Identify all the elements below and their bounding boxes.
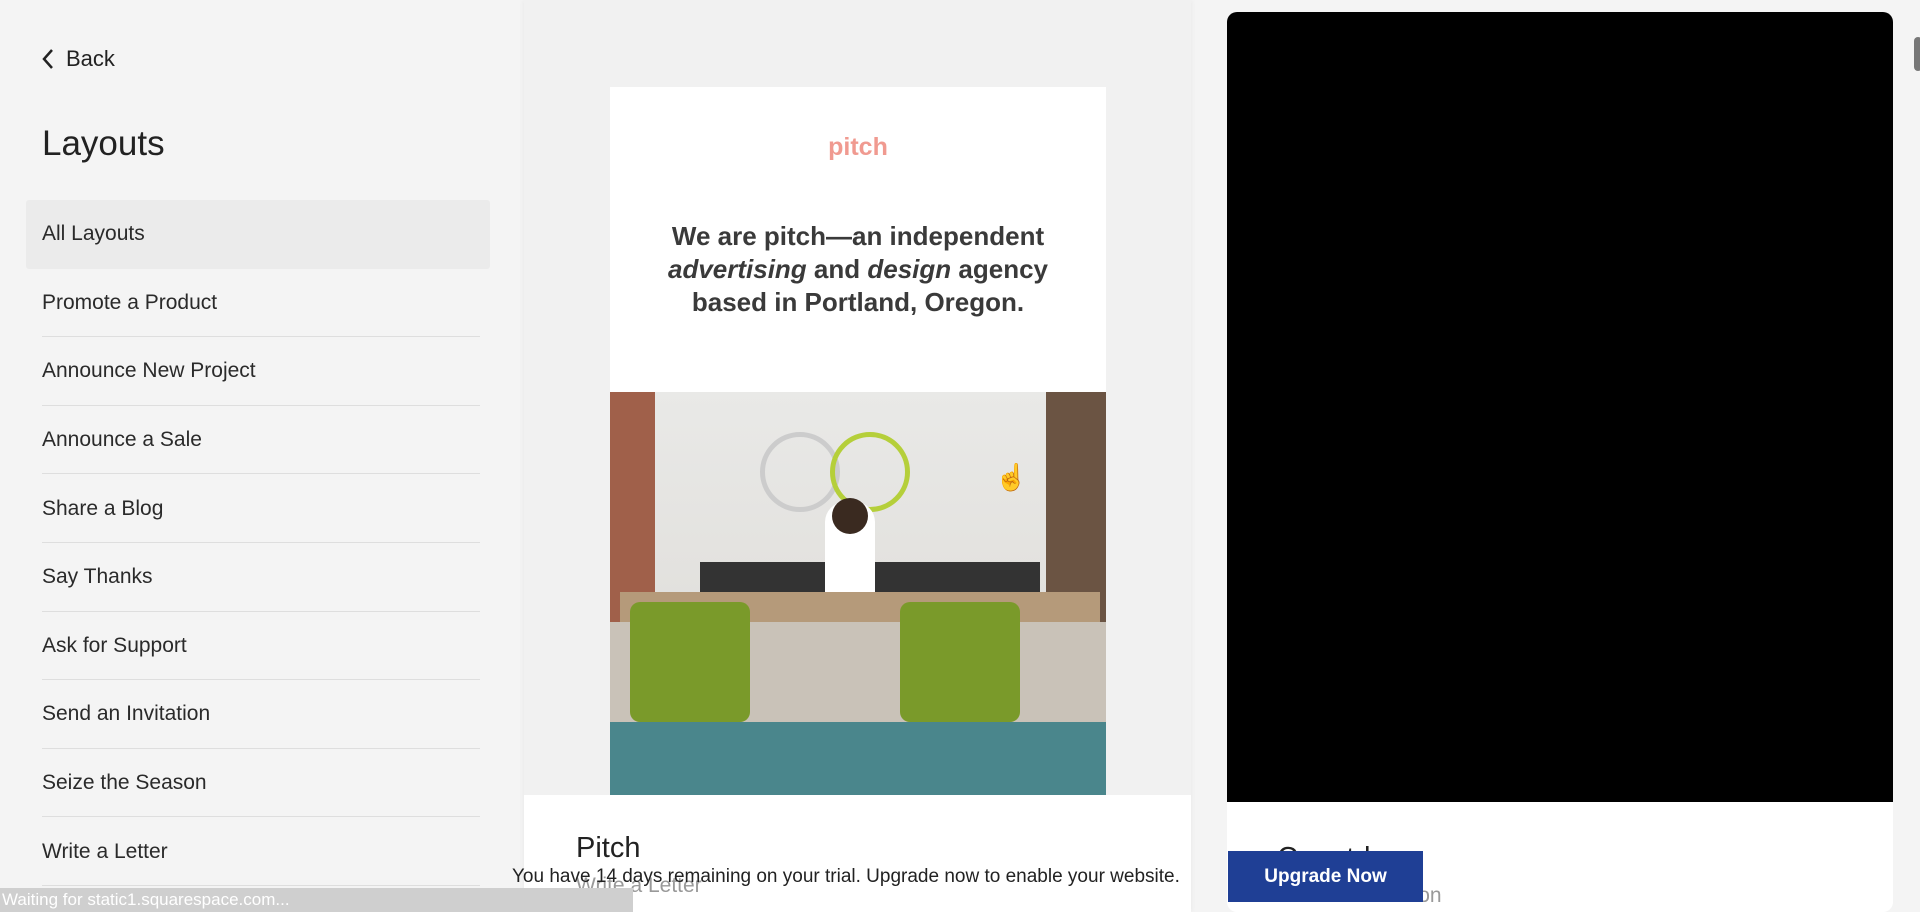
chevron-left-icon	[42, 49, 53, 69]
back-label: Back	[66, 46, 115, 71]
card-title: Pitch	[576, 832, 641, 864]
browser-status-bar: Waiting for static1.squarespace.com...	[0, 888, 633, 912]
layout-card-countdown[interactable]: Countdown Seize the Season	[1227, 12, 1893, 912]
hand-cursor-icon: ☝	[995, 462, 1028, 492]
scrollbar[interactable]	[1914, 37, 1920, 71]
layout-category-list: All Layouts Promote a Product Announce N…	[26, 200, 490, 886]
sidebar-item-say-thanks[interactable]: Say Thanks	[26, 543, 490, 612]
pitch-logo: pitch	[828, 133, 888, 161]
office-photo	[610, 392, 1106, 722]
sidebar-item-send-invitation[interactable]: Send an Invitation	[26, 680, 490, 749]
sidebar-item-ask-support[interactable]: Ask for Support	[26, 612, 490, 681]
trial-banner-text: You have 14 days remaining on your trial…	[512, 866, 1180, 887]
card-preview-loading	[1227, 12, 1893, 802]
teal-footer-block	[610, 722, 1106, 795]
page-title: Layouts	[42, 124, 165, 163]
sidebar-item-announce-project[interactable]: Announce New Project	[26, 337, 490, 406]
sidebar-item-share-blog[interactable]: Share a Blog	[26, 474, 490, 543]
layout-card-pitch[interactable]: pitch We are pitch—an independent advert…	[524, 0, 1191, 912]
sidebar-item-seize-season[interactable]: Seize the Season	[26, 749, 490, 818]
sidebar-item-promote-product[interactable]: Promote a Product	[26, 269, 490, 338]
back-button[interactable]: Back	[40, 46, 115, 72]
sidebar-item-write-letter[interactable]: Write a Letter	[26, 817, 490, 886]
email-preview: pitch We are pitch—an independent advert…	[610, 87, 1106, 795]
upgrade-now-button[interactable]: Upgrade Now	[1228, 851, 1423, 902]
preview-headline: We are pitch—an independent advertising …	[667, 221, 1048, 317]
sidebar-item-announce-sale[interactable]: Announce a Sale	[26, 406, 490, 475]
sidebar-item-all-layouts[interactable]: All Layouts	[26, 200, 490, 269]
